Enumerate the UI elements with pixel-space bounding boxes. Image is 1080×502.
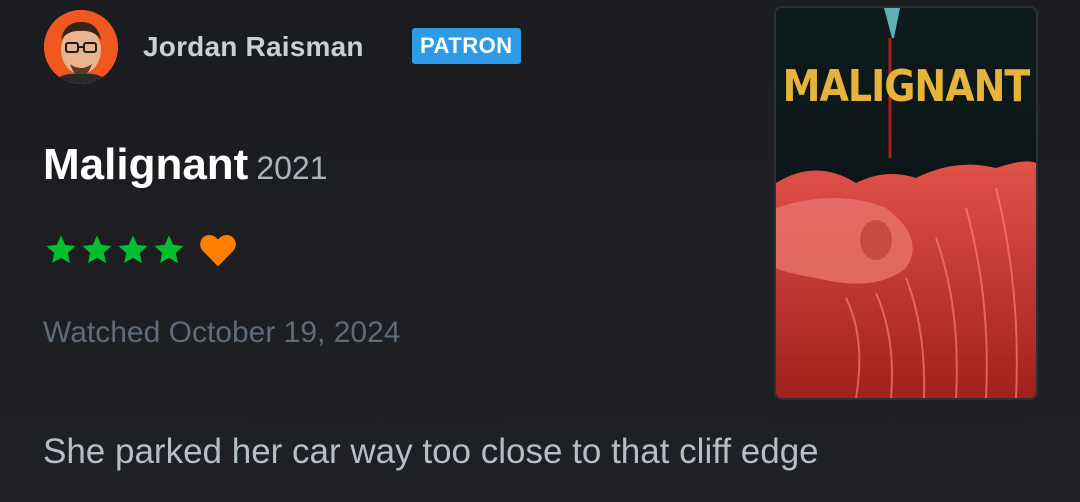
rating	[44, 232, 238, 268]
film-year[interactable]: 2021	[256, 150, 327, 186]
star-icon	[46, 235, 76, 264]
film-title[interactable]: Malignant	[43, 140, 248, 189]
star-icon	[154, 235, 184, 264]
heart-icon	[200, 235, 236, 267]
avatar[interactable]	[44, 10, 118, 84]
film-title-row: Malignant 2021	[43, 140, 328, 190]
star-icon	[82, 235, 112, 264]
poster-title: MALIGNANT	[782, 60, 1031, 112]
review-text: She parked her car way too close to that…	[43, 432, 819, 471]
avatar-image	[44, 10, 118, 84]
star-icon	[118, 235, 148, 264]
username[interactable]: Jordan Raisman	[143, 31, 364, 63]
watched-date: Watched October 19, 2024	[43, 316, 401, 349]
patron-badge: PATRON	[412, 28, 521, 64]
review-card: Jordan Raisman PATRON Malignant 2021 Watc…	[0, 0, 1080, 502]
film-poster[interactable]: MALIGNANT	[776, 8, 1036, 398]
